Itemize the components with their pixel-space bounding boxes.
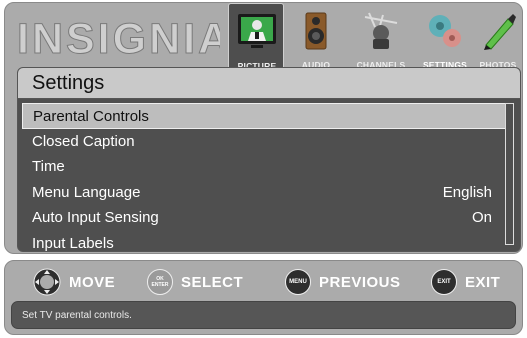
hint-exit: EXIT EXIT (431, 267, 500, 297)
tab-channels[interactable]: CHANNELS (353, 3, 409, 73)
tv-menu-screen: INSIGNIA PICTURE AUDIO CHANNELS SETTINGS… (0, 0, 527, 338)
photos-icon (484, 14, 516, 50)
menu-item-input-labels[interactable]: Input Labels (22, 231, 506, 252)
menu-item-parental-controls[interactable]: Parental Controls (22, 103, 506, 129)
menu-button-text: MENU (289, 279, 307, 285)
hint-move: MOVE (33, 267, 115, 297)
main-menu-panel: INSIGNIA PICTURE AUDIO CHANNELS SETTINGS… (4, 2, 523, 254)
menu-item-menu-language[interactable]: Menu Language English (22, 180, 506, 206)
description-text: Set TV parental controls. (22, 310, 132, 321)
hint-move-label: MOVE (69, 273, 116, 291)
menu-item-auto-input-sensing[interactable]: Auto Input Sensing On (22, 205, 506, 231)
tab-audio[interactable]: AUDIO (288, 3, 344, 73)
menu-item-label: Menu Language (32, 183, 141, 201)
menu-button-icon: MENU (285, 269, 311, 295)
menu-scrollbar[interactable] (505, 103, 514, 245)
insignia-logo: INSIGNIA (17, 15, 221, 64)
tab-photos[interactable]: PHOTOS (470, 3, 526, 73)
settings-title: Settings (18, 68, 520, 99)
menu-item-value: On (471, 209, 492, 226)
menu-item-label: Auto Input Sensing (32, 209, 159, 226)
menu-item-label: Closed Caption (32, 132, 135, 150)
hint-previous: MENU PREVIOUS (285, 267, 401, 297)
svg-text:INSIGNIA: INSIGNIA (17, 15, 220, 63)
dpad-icon (33, 268, 61, 296)
menu-item-label: Parental Controls (33, 108, 149, 125)
ok-enter-button-icon: OK ENTER (147, 269, 173, 295)
hint-previous-label: PREVIOUS (319, 273, 401, 291)
picture-icon (238, 14, 276, 48)
exit-button-icon: EXIT (431, 269, 457, 295)
audio-icon (305, 12, 327, 50)
menu-item-time[interactable]: Time (22, 154, 506, 180)
settings-menu: Settings Parental Controls Closed Captio… (17, 67, 521, 252)
help-bar: MOVE OK ENTER SELECT MENU PREVIOUS EXIT … (4, 260, 523, 335)
ok-enter-button-text: OK ENTER (151, 276, 169, 288)
channels-icon (364, 12, 398, 49)
description-box: Set TV parental controls. (11, 301, 516, 329)
hint-select: OK ENTER SELECT (147, 267, 243, 297)
menu-item-label: Input Labels (32, 234, 114, 252)
hint-select-label: SELECT (181, 273, 244, 291)
menu-item-label: Time (32, 158, 65, 175)
tab-picture[interactable]: PICTURE (228, 3, 284, 73)
hint-exit-label: EXIT (465, 273, 501, 291)
exit-button-text: EXIT (437, 279, 451, 285)
menu-item-closed-caption[interactable]: Closed Caption (22, 129, 506, 155)
menu-item-value: English (442, 183, 492, 201)
settings-icon (429, 15, 461, 47)
settings-menu-list: Parental Controls Closed Caption Time Me… (22, 103, 506, 252)
